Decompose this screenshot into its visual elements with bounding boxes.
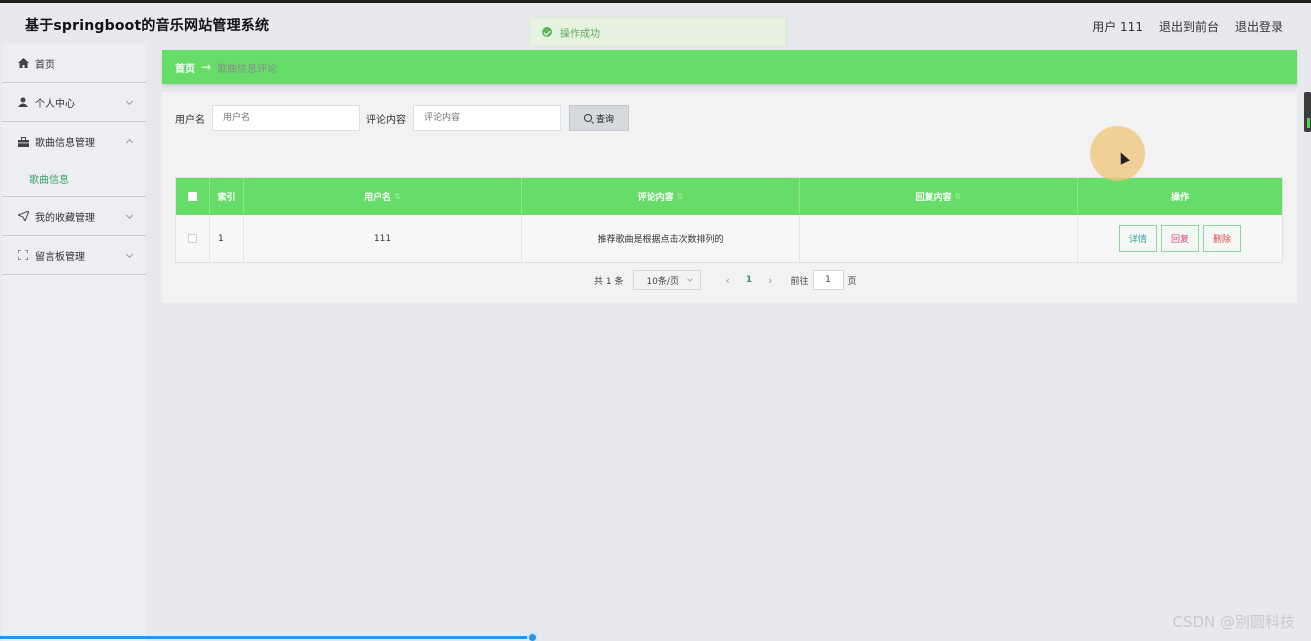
breadcrumb: 首页 → 歌曲信息评论: [162, 50, 1297, 84]
chevron-down-icon: [125, 211, 134, 220]
sidebar-item-home[interactable]: 首页: [2, 44, 146, 83]
sidebar-item-favorites[interactable]: 我的收藏管理: [2, 197, 146, 236]
progress-knob[interactable]: [527, 632, 538, 641]
sort-icon: ⇅: [394, 192, 401, 201]
logout-link[interactable]: 退出登录: [1235, 18, 1283, 35]
sidebar-item-personal-center[interactable]: 个人中心: [2, 83, 146, 122]
page-number[interactable]: 1: [746, 275, 752, 285]
reply-button[interactable]: 回复: [1160, 225, 1199, 252]
header-username[interactable]: 用户名 ⇅: [244, 178, 522, 215]
breadcrumb-current: 歌曲信息评论: [217, 63, 278, 75]
sidebar-item-label: 首页: [35, 59, 55, 71]
search-button-label: 查询: [595, 114, 614, 125]
side-scrollbar[interactable]: [1304, 92, 1311, 132]
cell-comment: 推荐歌曲是根据点击次数排列的: [522, 215, 800, 262]
chevron-down-icon: [125, 97, 134, 106]
select-all-checkbox[interactable]: [188, 192, 197, 201]
sidebar: 首页 个人中心 歌曲信息管理 歌曲信息 我的收藏管理 留言板管理: [2, 44, 146, 641]
goto-page-input[interactable]: 1: [812, 270, 844, 290]
header-comment[interactable]: 评论内容 ⇅: [522, 178, 800, 215]
send-icon: [17, 210, 29, 222]
sidebar-item-label: 个人中心: [35, 98, 75, 110]
page-size-value: 10条/页: [646, 276, 679, 287]
home-icon: [17, 57, 29, 69]
comment-label: 评论内容: [366, 114, 406, 126]
sidebar-item-message-board[interactable]: 留言板管理: [2, 236, 146, 275]
back-to-front-link[interactable]: 退出到前台: [1159, 18, 1219, 35]
row-checkbox[interactable]: [188, 234, 197, 243]
search-button[interactable]: 查询: [569, 105, 629, 131]
frame-icon: [17, 249, 29, 261]
page-size-select[interactable]: 10条/页: [633, 270, 702, 290]
sort-icon: ⇅: [676, 192, 684, 201]
search-form: 用户名 评论内容 查询: [175, 105, 629, 131]
header-comment-label: 评论内容: [637, 193, 674, 203]
sidebar-item-song-management[interactable]: 歌曲信息管理: [2, 122, 146, 161]
header-reply-label: 回复内容: [915, 193, 952, 203]
prev-page-icon[interactable]: ‹: [725, 274, 729, 287]
detail-button[interactable]: 详情: [1118, 225, 1157, 252]
header-index: 索引: [210, 178, 244, 215]
sidebar-subitem-song-info[interactable]: 歌曲信息: [2, 161, 146, 197]
goto-label: 前往: [790, 276, 809, 287]
chevron-down-icon: [125, 250, 134, 259]
watermark: CSDN @别圆科技: [1172, 613, 1295, 631]
table-row: 1 111 推荐歌曲是根据点击次数排列的 详情 回复 删除: [176, 215, 1282, 262]
progress-bar: [0, 636, 534, 639]
current-user-label: 用户 111: [1092, 20, 1143, 34]
breadcrumb-home[interactable]: 首页: [175, 60, 195, 75]
success-toast: 操作成功: [529, 17, 787, 47]
cell-reply: [800, 215, 1078, 262]
comments-table: 索引 用户名 ⇅ 评论内容 ⇅ 回复内容 ⇅ 操作 1 111 推荐歌曲是根据点…: [175, 177, 1283, 263]
arrow-right-icon: →: [201, 60, 212, 74]
toast-message: 操作成功: [560, 28, 600, 40]
next-page-icon[interactable]: ›: [768, 274, 772, 287]
table-header: 索引 用户名 ⇅ 评论内容 ⇅ 回复内容 ⇅ 操作: [176, 178, 1282, 215]
cell-actions: 详情 回复 删除: [1078, 215, 1282, 262]
user-icon: [17, 96, 29, 108]
delete-button[interactable]: 删除: [1203, 225, 1242, 252]
app-title: 基于springboot的音乐网站管理系统: [25, 18, 270, 34]
pagination-total: 共 1 条: [594, 276, 624, 287]
sidebar-item-label: 我的收藏管理: [35, 212, 95, 224]
check-circle-icon: [542, 27, 552, 37]
sort-icon: ⇅: [954, 192, 962, 201]
username-input[interactable]: [212, 105, 360, 131]
sidebar-item-label: 歌曲信息管理: [35, 138, 95, 149]
header-actions: 操作: [1170, 193, 1189, 203]
top-links: 用户 111 退出到前台 退出登录: [1092, 18, 1283, 35]
username-label: 用户名: [175, 114, 205, 126]
cell-username: 111: [244, 215, 522, 262]
select-all-cell: [176, 178, 210, 215]
search-icon: [583, 114, 592, 122]
briefcase-icon: [17, 136, 29, 148]
sidebar-item-label: 留言板管理: [35, 251, 85, 263]
pagination: 共 1 条 10条/页 ‹ 1 › 前往 1 页: [594, 270, 857, 290]
cell-index: 1: [210, 215, 244, 262]
content-panel: 用户名 评论内容 查询 索引 用户名 ⇅ 评论内容 ⇅ 回复内容 ⇅: [162, 92, 1297, 303]
header-reply[interactable]: 回复内容 ⇅: [800, 178, 1078, 215]
page-suffix: 页: [847, 276, 857, 287]
header-username-label: 用户名: [364, 193, 392, 203]
comment-input[interactable]: [413, 105, 561, 131]
row-select-cell: [176, 215, 210, 262]
chevron-up-icon: [125, 138, 134, 147]
